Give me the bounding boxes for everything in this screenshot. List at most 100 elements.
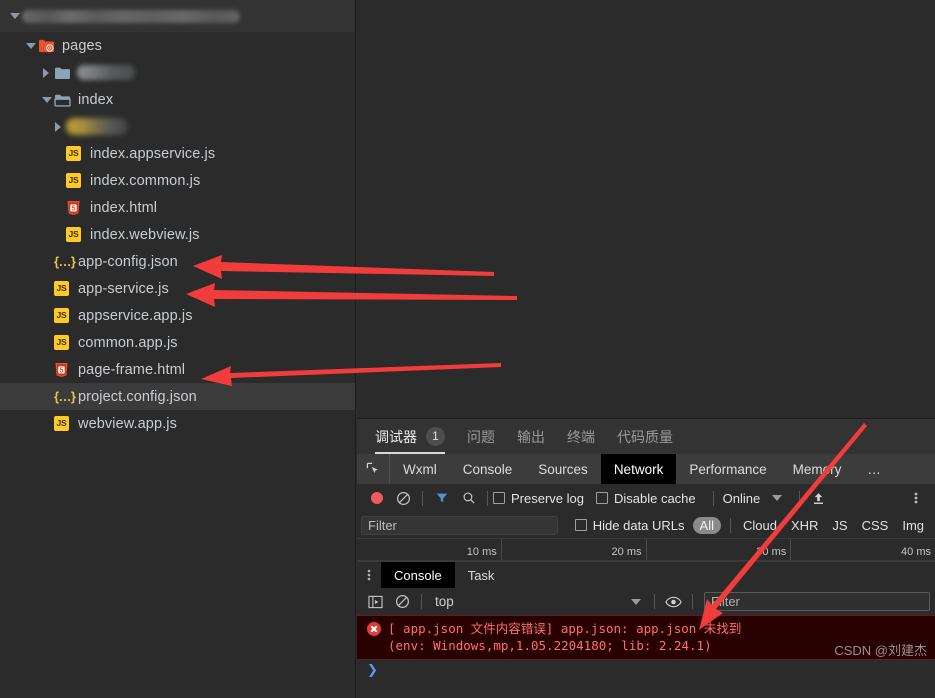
json-file-icon: {…} [54,254,76,269]
type-filter-js[interactable]: JS [832,518,847,533]
clear-console-icon[interactable] [389,589,416,615]
js-file-icon: JS [66,173,81,188]
tree-item-label: common.app.js [78,334,178,351]
console-error-line-2: (env: Windows,mp,1.05.2204180; lib: 2.24… [388,638,712,653]
panel-tab-label: Console [462,461,513,477]
tree-item-label: index.html [90,199,158,216]
outer-tab-debugger[interactable]: 调试器 1 [375,427,445,454]
tree-item-label: appservice.app.js [78,307,193,324]
json-file-icon: {…} [54,389,76,404]
js-file-icon: JS [54,307,71,324]
folder-gold-icon [66,118,128,135]
network-timeline-ruler: 10 ms 20 ms 30 ms 40 ms [357,539,935,561]
console-filter-input[interactable]: Filter [704,592,930,611]
toolbar-divider [487,490,488,506]
project-root-row[interactable] [0,0,355,32]
console-context-select[interactable]: top [427,594,649,609]
search-icon[interactable] [455,485,482,511]
twisty-expanded-icon[interactable] [38,92,54,108]
live-expression-icon[interactable] [660,589,687,615]
outer-tab-terminal[interactable]: 终端 [567,427,595,454]
project-name-redacted [22,9,240,23]
upload-icon[interactable] [805,485,832,511]
csdn-watermark: CSDN @刘建杰 [834,643,927,658]
console-sidebar-icon[interactable] [362,589,389,615]
preserve-log-checkbox[interactable] [493,492,505,504]
tree-item-index-html[interactable]: 5 index.html [0,194,355,221]
disable-cache-checkbox[interactable] [595,492,608,504]
app-window: pages index JS index.appservice.js JS index.c… [0,0,935,698]
folder-open-icon [54,91,71,108]
tree-item-index[interactable]: index [0,86,355,113]
console-input-prompt[interactable]: ❯ [357,660,935,680]
type-filter-xhr[interactable]: XHR [791,518,818,533]
kebab-menu-icon[interactable] [902,485,929,511]
clear-icon[interactable] [390,485,417,511]
panel-tab-wxml[interactable]: Wxml [390,454,450,484]
twisty-placeholder [38,254,54,270]
js-file-icon: JS [66,226,83,243]
tree-item-label: webview.app.js [78,415,177,432]
tree-item-index-webview-js[interactable]: JS index.webview.js [0,221,355,248]
hide-data-urls-checkbox[interactable] [574,519,587,531]
outer-tab-code-quality[interactable]: 代码质量 [617,427,673,454]
tree-item-app-service-js[interactable]: JS app-service.js [0,275,355,302]
twisty-placeholder [38,416,54,432]
tree-item-pages[interactable]: pages [0,32,355,59]
json-file-icon: {…} [54,388,76,405]
type-filter-all[interactable]: All [692,516,721,534]
twisty-expanded-icon[interactable] [6,8,22,24]
panel-tab-label: Performance [689,461,767,477]
panel-tab-performance[interactable]: Performance [676,454,779,484]
outer-tab-output[interactable]: 输出 [517,427,545,454]
console-output: [ app.json 文件内容错误] app.json: app.json 未找… [357,615,935,698]
tree-item-index-common-js[interactable]: JS index.common.js [0,167,355,194]
drawer-tab-label: Task [467,567,495,583]
preserve-log-label: Preserve log [511,490,584,506]
panel-tab-network[interactable]: Network [600,454,677,484]
tree-item-project-config-json[interactable]: {…} project.config.json [0,383,355,410]
drawer-tab-task[interactable]: Task [455,562,508,588]
panel-tab-sources[interactable]: Sources [525,454,601,484]
tree-item-page-frame-html[interactable]: 5 page-frame.html [0,356,355,383]
svg-text:5: 5 [60,366,64,374]
tree-item-index-appservice-js[interactable]: JS index.appservice.js [0,140,355,167]
js-file-icon: JS [54,415,71,432]
html-file-icon: 5 [54,361,71,378]
js-file-icon: JS [54,308,69,323]
filter-funnel-icon[interactable] [428,485,455,511]
toolbar-divider [692,594,693,609]
panel-tab-memory[interactable]: Memory [780,454,855,484]
tree-item-redacted[interactable] [0,113,355,140]
tree-item-redacted[interactable] [0,59,355,86]
panel-tab-more[interactable]: … [854,454,883,484]
outer-tab-problems[interactable]: 问题 [467,427,495,454]
throttling-dropdown-arrow[interactable] [760,495,794,501]
drawer-tab-console[interactable]: Console [381,562,455,588]
console-error-line-1: [ app.json 文件内容错误] app.json: app.json 未找… [388,621,742,636]
type-filter-img[interactable]: Img [902,518,924,533]
drawer-kebab-menu-icon[interactable] [357,562,381,588]
console-error-message[interactable]: [ app.json 文件内容错误] app.json: app.json 未找… [357,615,935,660]
outer-tab-label: 问题 [467,429,495,445]
tree-item-app-config-json[interactable]: {…} app-config.json [0,248,355,275]
network-filter-bar: Filter Hide data URLs All Cloud XHR JS C… [357,512,935,539]
network-filter-input[interactable]: Filter [361,515,558,535]
hide-data-urls-label: Hide data URLs [592,517,685,533]
panel-tab-console[interactable]: Console [450,454,526,484]
twisty-collapsed-icon[interactable] [50,119,66,135]
console-context-value: top [435,594,454,609]
twisty-collapsed-icon[interactable] [38,65,54,81]
record-icon[interactable] [363,485,390,511]
tree-item-label: app-service.js [78,280,169,297]
throttling-select[interactable]: Online [723,491,761,506]
type-filter-cloud[interactable]: Cloud [743,518,777,533]
twisty-expanded-icon[interactable] [22,38,38,54]
tree-item-common-app-js[interactable]: JS common.app.js [0,329,355,356]
inspect-element-icon[interactable] [357,454,390,484]
type-filter-css[interactable]: CSS [862,518,889,533]
folder-icon [54,64,71,81]
js-file-icon: JS [54,334,71,351]
tree-item-appservice-app-js[interactable]: JS appservice.app.js [0,302,355,329]
tree-item-webview-app-js[interactable]: JS webview.app.js [0,410,355,437]
